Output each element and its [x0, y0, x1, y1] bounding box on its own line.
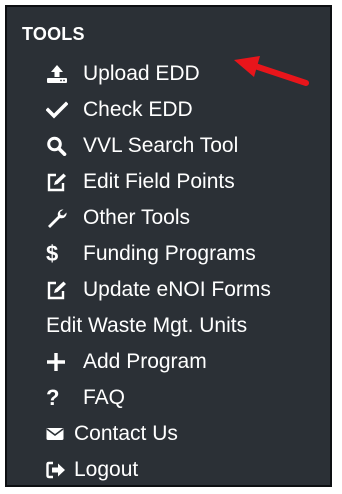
question-icon: ?: [46, 385, 60, 410]
wrench-icon: [46, 207, 72, 229]
menu-item-edit-waste-mgt-units[interactable]: Edit Waste Mgt. Units: [7, 308, 330, 344]
plus-icon: [46, 351, 72, 373]
menu-item-label: Other Tools: [83, 206, 190, 229]
menu-item-faq[interactable]: ? FAQ: [7, 380, 330, 416]
edit-icon: [46, 171, 72, 193]
menu-item-label: Upload EDD: [83, 62, 200, 85]
menu-item-contact-us[interactable]: Contact Us: [7, 416, 330, 452]
menu-item-update-enoi-forms[interactable]: Update eNOI Forms: [7, 272, 330, 308]
menu-item-label: VVL Search Tool: [83, 134, 239, 157]
menu-item-label: FAQ: [83, 386, 126, 409]
menu-item-label: Edit Field Points: [83, 170, 235, 193]
menu-item-add-program[interactable]: Add Program: [7, 344, 330, 380]
menu-item-logout[interactable]: Logout: [7, 452, 330, 488]
upload-icon: [46, 63, 72, 85]
red-arrow-icon: [234, 56, 309, 86]
menu-item-label: Add Program: [83, 350, 207, 373]
menu-item-label: Update eNOI Forms: [83, 278, 271, 301]
menu-item-label: Edit Waste Mgt. Units: [46, 314, 248, 337]
menu-item-label: Logout: [74, 458, 139, 481]
menu-item-other-tools[interactable]: Other Tools: [7, 200, 330, 236]
menu-item-edit-field-points[interactable]: Edit Field Points: [7, 164, 330, 200]
envelope-icon: [46, 423, 66, 445]
menu-item-funding-programs[interactable]: $ Funding Programs: [7, 236, 330, 272]
menu-item-label: Funding Programs: [83, 242, 256, 265]
check-icon: [46, 99, 72, 121]
menu-item-label: Check EDD: [83, 98, 193, 121]
edit-icon: [46, 279, 72, 301]
menu-item-vvl-search-tool[interactable]: VVL Search Tool: [7, 128, 330, 164]
section-title-tools: TOOLS: [22, 24, 85, 44]
search-icon: [46, 135, 72, 157]
menu-item-label: Contact Us: [74, 422, 178, 445]
menu-item-check-edd[interactable]: Check EDD: [7, 92, 330, 128]
dollar-icon: $: [46, 241, 59, 266]
tools-menu: Upload EDD Check EDD VVL Search Tool Edi…: [7, 56, 330, 488]
sign-out-icon: [46, 459, 66, 481]
